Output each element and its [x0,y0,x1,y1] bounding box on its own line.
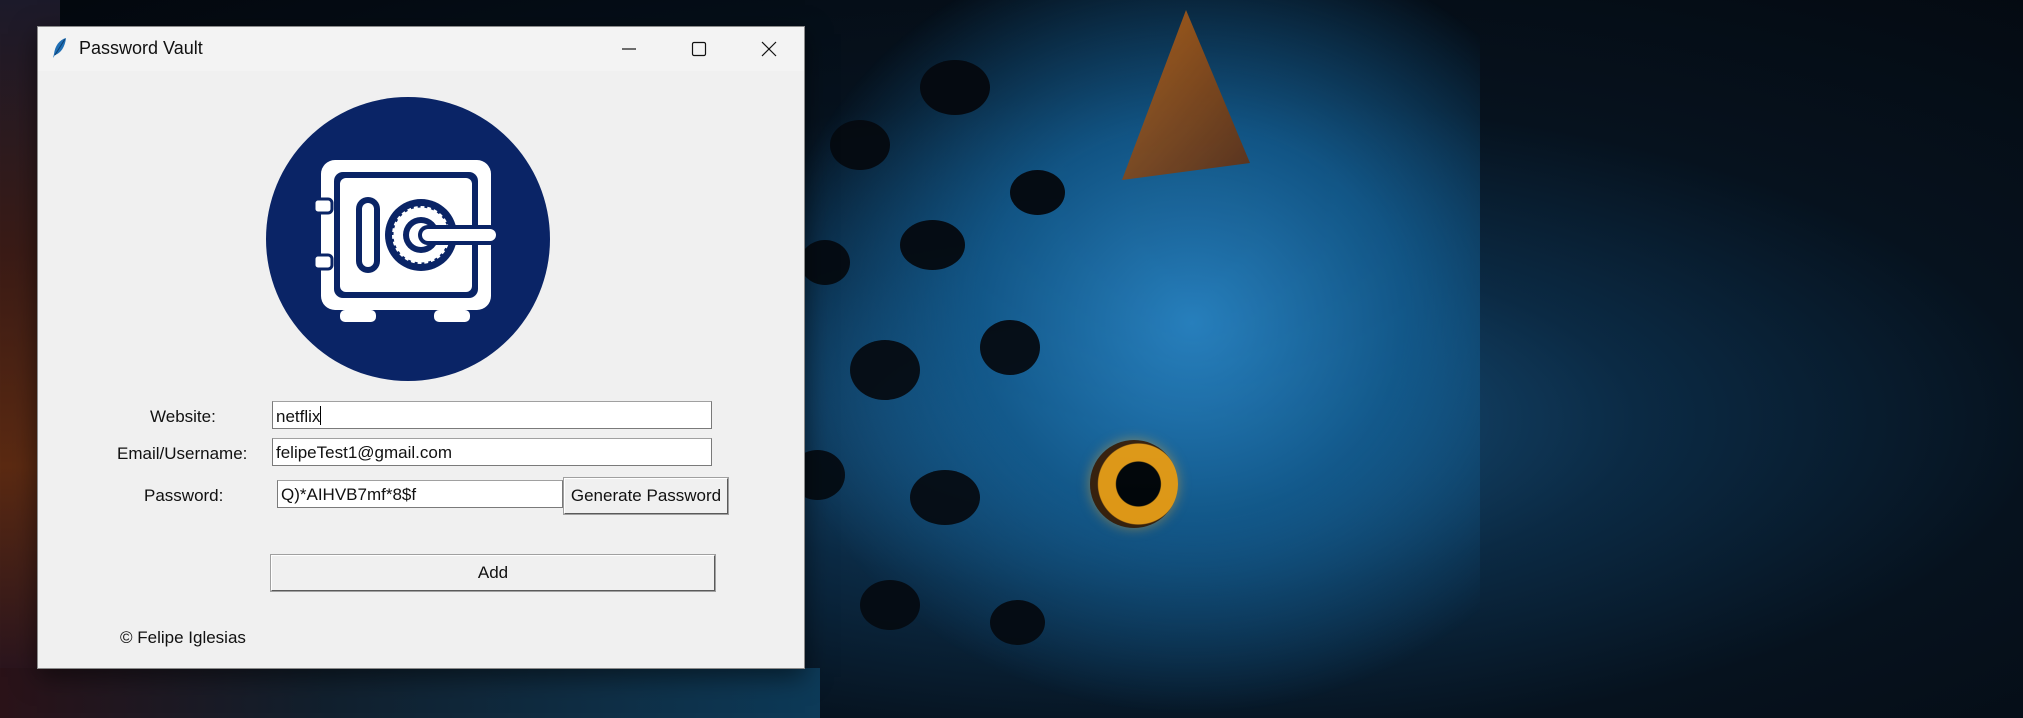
add-button-label: Add [477,563,509,582]
email-label: Email/Username: [117,444,248,463]
generate-password-label: Generate Password [570,486,722,505]
wallpaper-spot [800,240,850,285]
wallpaper-spot [860,580,920,630]
add-button[interactable]: Add [270,554,716,592]
copyright-text: © Felipe Iglesias [120,628,246,647]
wallpaper-spot [920,60,990,115]
website-label: Website: [150,407,216,426]
minimize-icon [622,48,636,50]
wallpaper-spot [980,320,1040,375]
close-icon [761,41,777,57]
password-input[interactable]: Q)*AIHVB7mf*8$f [277,480,563,508]
minimize-button[interactable] [594,27,664,71]
website-input-value: netflix [276,407,321,426]
wallpaper-spot [990,600,1045,645]
password-label: Password: [144,486,224,505]
website-input[interactable]: netflix [272,401,712,429]
wallpaper-spot [910,470,980,525]
maximize-icon [691,41,707,57]
maximize-button[interactable] [664,27,734,71]
wallpaper-spot [900,220,965,270]
safe-vault-icon [266,97,550,381]
wallpaper-spot [850,340,920,400]
title-bar[interactable]: Password Vault [38,27,804,71]
email-input[interactable]: felipeTest1@gmail.com [272,438,712,466]
password-input-value: Q)*AIHVB7mf*8$f [281,485,417,504]
window-title: Password Vault [79,38,203,58]
wallpaper-bottom [0,668,820,718]
feather-icon [53,38,66,58]
wallpaper-eye [1090,440,1178,528]
password-vault-window: Password Vault Website: netflix Email/Us… [37,26,805,669]
wallpaper-ear [1122,10,1250,180]
wallpaper-leopard [760,0,1480,718]
close-button[interactable] [734,27,804,71]
generate-password-button[interactable]: Generate Password [563,477,729,515]
email-input-value: felipeTest1@gmail.com [276,443,452,462]
text-caret [320,406,322,425]
wallpaper-spot [830,120,890,170]
wallpaper-spot [1010,170,1065,215]
